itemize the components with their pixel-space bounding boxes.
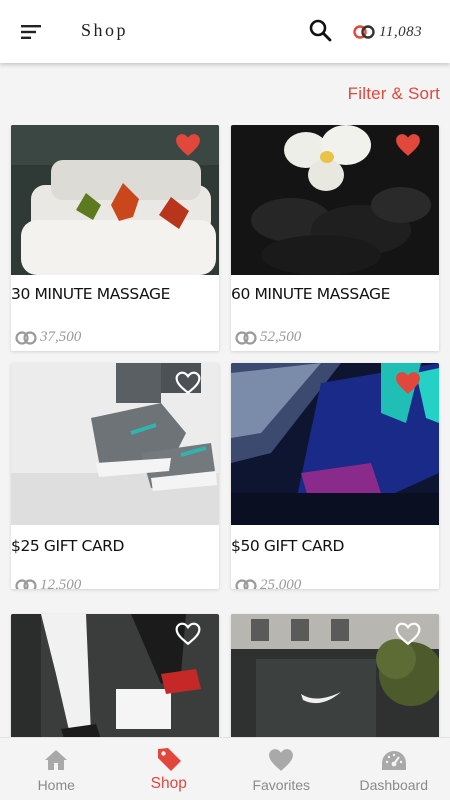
heart-icon <box>269 749 294 771</box>
nav-label: Favorites <box>252 777 311 793</box>
menu-icon[interactable] <box>14 17 48 47</box>
product-price: 52,500 <box>234 329 301 346</box>
dashboard-icon <box>381 751 406 770</box>
rings-icon <box>15 330 37 345</box>
favorite-heart-icon[interactable] <box>395 133 421 157</box>
product-price: 12,500 <box>14 577 81 589</box>
app-bar: Shop 11,083 <box>0 0 450 63</box>
price-value: 52,500 <box>260 329 302 345</box>
towels-with-leaves-photo <box>11 125 219 275</box>
product-price: 37,500 <box>14 329 81 346</box>
page-title: Shop <box>81 20 129 40</box>
nav-item-favorites[interactable]: Favorites <box>225 738 338 800</box>
sneakers-photo <box>11 363 219 525</box>
product-name: $25 GIFT CARD <box>11 537 125 555</box>
favorite-heart-icon[interactable] <box>395 622 421 646</box>
product-card[interactable]: $50 GIFT CARD 25,000 <box>231 363 439 589</box>
product-grid: 30 MINUTE MASSAGE 37,500 60 MINUTE MASSA… <box>0 125 450 737</box>
nike-store-photo <box>231 614 439 737</box>
rings-icon <box>15 578 37 589</box>
favorite-heart-icon[interactable] <box>395 371 421 395</box>
product-name: 30 MINUTE MASSAGE <box>11 285 171 303</box>
orchid-on-stones-photo <box>231 125 439 275</box>
price-value: 12,500 <box>40 577 82 589</box>
nav-label: Dashboard <box>359 777 429 793</box>
points-value: 11,083 <box>379 23 423 40</box>
home-icon <box>45 750 68 770</box>
nav-item-home[interactable]: Home <box>0 738 113 800</box>
rings-icon <box>353 25 375 39</box>
product-name: $50 GIFT CARD <box>231 537 345 555</box>
points-balance[interactable]: 11,083 <box>352 20 422 44</box>
rings-icon <box>235 578 257 589</box>
nav-item-shop[interactable]: Shop <box>113 738 226 800</box>
nav-item-dashboard[interactable]: Dashboard <box>338 738 450 800</box>
favorite-heart-icon[interactable] <box>175 622 201 646</box>
nav-label: Home <box>37 777 75 793</box>
legs-sneakers-photo <box>11 614 219 737</box>
nav-label: Shop <box>150 775 187 792</box>
product-card[interactable] <box>231 614 439 737</box>
product-card[interactable]: $25 GIFT CARD 12,500 <box>11 363 219 589</box>
tag-icon <box>157 748 181 771</box>
product-card[interactable]: 60 MINUTE MASSAGE 52,500 <box>231 125 439 351</box>
filter-sort-link[interactable]: Filter & Sort <box>348 84 440 104</box>
price-value: 25,000 <box>260 577 302 589</box>
product-name: 60 MINUTE MASSAGE <box>231 285 391 303</box>
bottom-navigation: Home Shop Favorites Dashboard <box>0 737 450 800</box>
search-icon[interactable] <box>305 15 337 47</box>
price-value: 37,500 <box>40 329 82 345</box>
favorite-heart-icon[interactable] <box>175 133 201 157</box>
product-card[interactable]: 30 MINUTE MASSAGE 37,500 <box>11 125 219 351</box>
product-price: 25,000 <box>234 577 301 589</box>
product-card[interactable] <box>11 614 219 737</box>
favorite-heart-icon[interactable] <box>175 371 201 395</box>
sneaker-graffiti-photo <box>231 363 439 525</box>
rings-icon <box>235 330 257 345</box>
